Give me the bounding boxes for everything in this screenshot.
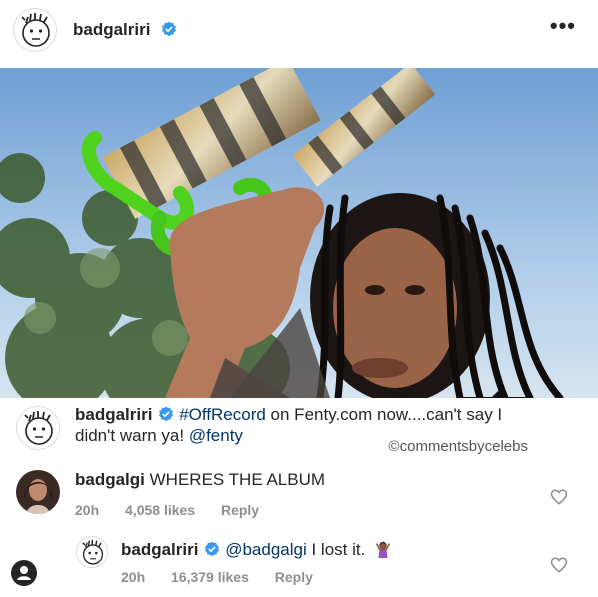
heart-icon[interactable] <box>550 488 568 506</box>
woman-shrugging-emoji-icon <box>376 541 391 558</box>
reply-time: 20h <box>121 569 146 585</box>
heart-icon[interactable] <box>550 556 568 574</box>
reply-mention[interactable]: @badgalgi <box>225 540 307 559</box>
verified-badge-icon <box>159 406 174 422</box>
reply-button[interactable]: Reply <box>221 502 259 518</box>
header-username-text[interactable]: badgalriri <box>73 20 150 39</box>
comment-likes[interactable]: 4,058 likes <box>125 502 195 518</box>
post-photo[interactable]: badgalriri <box>0 68 598 398</box>
reply-username[interactable]: badgalriri <box>121 540 198 559</box>
verified-badge-icon <box>162 21 177 37</box>
commenter-avatar[interactable] <box>16 470 60 514</box>
post-caption: badgalriri #OffRecord on Fenty.com now..… <box>0 398 598 460</box>
person-icon <box>17 566 31 580</box>
reply-text: badgalriri @badgalgi I lost it. <box>121 540 392 560</box>
comment-time: 20h <box>75 502 100 518</box>
avatar-photo-icon <box>16 470 60 514</box>
comment-text: badgalgi WHERES THE ALBUM <box>75 470 325 490</box>
comment-item: badgalgi WHERES THE ALBUM 20h 4,058 like… <box>0 468 598 528</box>
profile-avatar[interactable] <box>13 8 57 52</box>
comment-username[interactable]: badgalgi <box>75 470 145 489</box>
comment-reply-item: badgalriri @badgalgi I lost it. 20h 16,3… <box>0 536 598 594</box>
header-username[interactable]: badgalriri <box>73 20 177 40</box>
more-options-button[interactable]: ••• <box>550 15 576 37</box>
caption-username[interactable]: badgalriri <box>75 405 152 424</box>
photo-illustration <box>0 68 598 398</box>
comment-meta: 20h 4,058 likes Reply <box>75 502 281 518</box>
post-header: badgalriri ••• <box>0 0 598 62</box>
doodle-face-icon <box>21 13 50 47</box>
caption-mention[interactable]: @fenty <box>189 426 243 445</box>
reply-body: I lost it. <box>306 540 366 559</box>
reply-button[interactable]: Reply <box>275 569 313 585</box>
comment-body: WHERES THE ALBUM <box>149 470 326 489</box>
verified-badge-icon <box>205 541 220 557</box>
account-button[interactable] <box>11 560 37 586</box>
watermark-text: ©commentsbycelebs <box>388 438 528 455</box>
reply-likes[interactable]: 16,379 likes <box>171 569 249 585</box>
reply-meta: 20h 16,379 likes Reply <box>121 569 335 585</box>
doodle-face-icon <box>24 411 53 445</box>
caption-hashtag[interactable]: #OffRecord <box>179 405 266 424</box>
doodle-face-icon <box>82 539 104 565</box>
reply-avatar[interactable] <box>76 536 108 568</box>
caption-avatar[interactable] <box>16 406 60 450</box>
